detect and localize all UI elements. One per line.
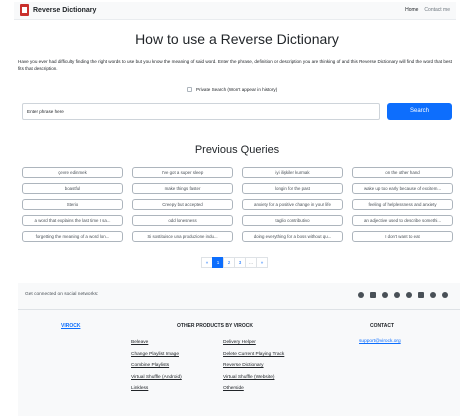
product-link[interactable]: Change Playlist Image xyxy=(131,352,182,358)
social-text: Get connected on social networks: xyxy=(25,292,99,297)
products-list-left: Beleave Change Playlist Image Combine Pl… xyxy=(131,340,182,392)
nav-home-link[interactable]: Home xyxy=(405,7,418,13)
social-bar: Get connected on social networks: xyxy=(18,283,460,310)
twitter-icon[interactable] xyxy=(394,292,400,298)
query-chip[interactable]: make things faster xyxy=(132,183,233,194)
page-next-button[interactable]: » xyxy=(256,257,268,268)
brand-name: Reverse Dictionary xyxy=(33,6,97,14)
query-chip[interactable]: wake up too early because of excitem... xyxy=(352,183,453,194)
query-chip[interactable]: feeling of helplessness and anxiety xyxy=(352,199,453,210)
query-chip[interactable]: an adjective used to describe somethi... xyxy=(352,215,453,226)
intro-text: Have you ever had difficulty finding the… xyxy=(18,59,453,71)
telegram-icon[interactable] xyxy=(406,292,412,298)
product-link[interactable]: Linkless xyxy=(131,386,182,392)
query-chip[interactable]: doing everything for a boss without qu..… xyxy=(242,231,343,242)
product-link[interactable]: Combine Playlists xyxy=(131,363,182,369)
query-chip[interactable]: longin for the past xyxy=(242,183,343,194)
query-chip[interactable]: on the other hand xyxy=(352,167,453,178)
query-chip[interactable]: a word that explains the last time I sa.… xyxy=(22,215,123,226)
youtube-icon[interactable] xyxy=(418,292,424,298)
product-link[interactable]: Virtual Shuffle (Website) xyxy=(223,375,284,381)
social-icons xyxy=(358,292,448,298)
query-chip[interactable]: Si sostituisce una produzione indu... xyxy=(132,231,233,242)
query-chip[interactable]: boastful xyxy=(22,183,123,194)
query-chip[interactable]: Creepy but accepted xyxy=(132,199,233,210)
query-chip[interactable]: odd lonesness xyxy=(132,215,233,226)
query-chip[interactable]: taglio contributivo xyxy=(242,215,343,226)
contact-heading: CONTACT xyxy=(370,323,395,329)
query-chip[interactable]: anxiety for a positive change in your li… xyxy=(242,199,343,210)
tiktok-icon[interactable] xyxy=(430,292,436,298)
phrase-search-input[interactable]: Enter phrase here xyxy=(22,103,380,120)
nav-links: Home Contact me xyxy=(405,7,450,13)
navbar: Reverse Dictionary Home Contact me xyxy=(14,2,456,20)
query-chip[interactable]: iyi ilişkiler kurmak xyxy=(242,167,343,178)
page-title: How to use a Reverse Dictionary xyxy=(135,31,339,47)
pagination: « 1 2 3 ... » xyxy=(201,257,268,268)
snapchat-icon[interactable] xyxy=(382,292,388,298)
reddit-icon[interactable] xyxy=(442,292,448,298)
query-chip[interactable]: I've got a super sleep xyxy=(132,167,233,178)
query-chip[interactable]: çevre edinmek xyxy=(22,167,123,178)
product-link[interactable]: Delete Current Playing Track xyxy=(223,352,284,358)
support-email-link[interactable]: support@virock.org xyxy=(359,339,401,344)
previous-queries-title: Previous Queries xyxy=(194,144,280,156)
product-link[interactable]: Otherside xyxy=(223,386,284,392)
products-list-right: Delivery Helper Delete Current Playing T… xyxy=(223,340,284,392)
dictionary-logo-icon xyxy=(20,4,29,16)
product-link[interactable]: Reverse Dictionary xyxy=(223,363,284,369)
virock-link[interactable]: VIROCK xyxy=(61,323,80,329)
search-button[interactable]: Search xyxy=(387,103,452,120)
query-chip[interactable]: I don't want to eat xyxy=(352,231,453,242)
previous-queries-grid: çevre edinmek I've got a super sleep iyi… xyxy=(22,167,453,242)
query-chip[interactable]: Sterio xyxy=(22,199,123,210)
other-products-heading: OTHER PRODUCTS BY VIROCK xyxy=(177,323,254,329)
facebook-icon[interactable] xyxy=(358,292,364,298)
brand[interactable]: Reverse Dictionary xyxy=(20,4,96,16)
query-chip[interactable]: forgetting the meaning of a word lon... xyxy=(22,231,123,242)
product-link[interactable]: Beleave xyxy=(131,340,182,346)
private-search-label: Private Search (Won't appear in history) xyxy=(196,87,278,92)
product-link[interactable]: Delivery Helper xyxy=(223,340,284,346)
private-search-checkbox[interactable] xyxy=(187,87,192,92)
instagram-icon[interactable] xyxy=(370,292,376,298)
private-search-toggle[interactable]: Private Search (Won't appear in history) xyxy=(187,87,277,92)
footer: Get connected on social networks: VIROCK… xyxy=(18,283,460,416)
nav-contact-link[interactable]: Contact me xyxy=(424,7,450,13)
product-link[interactable]: Virtual Shuffle (Android) xyxy=(131,375,182,381)
